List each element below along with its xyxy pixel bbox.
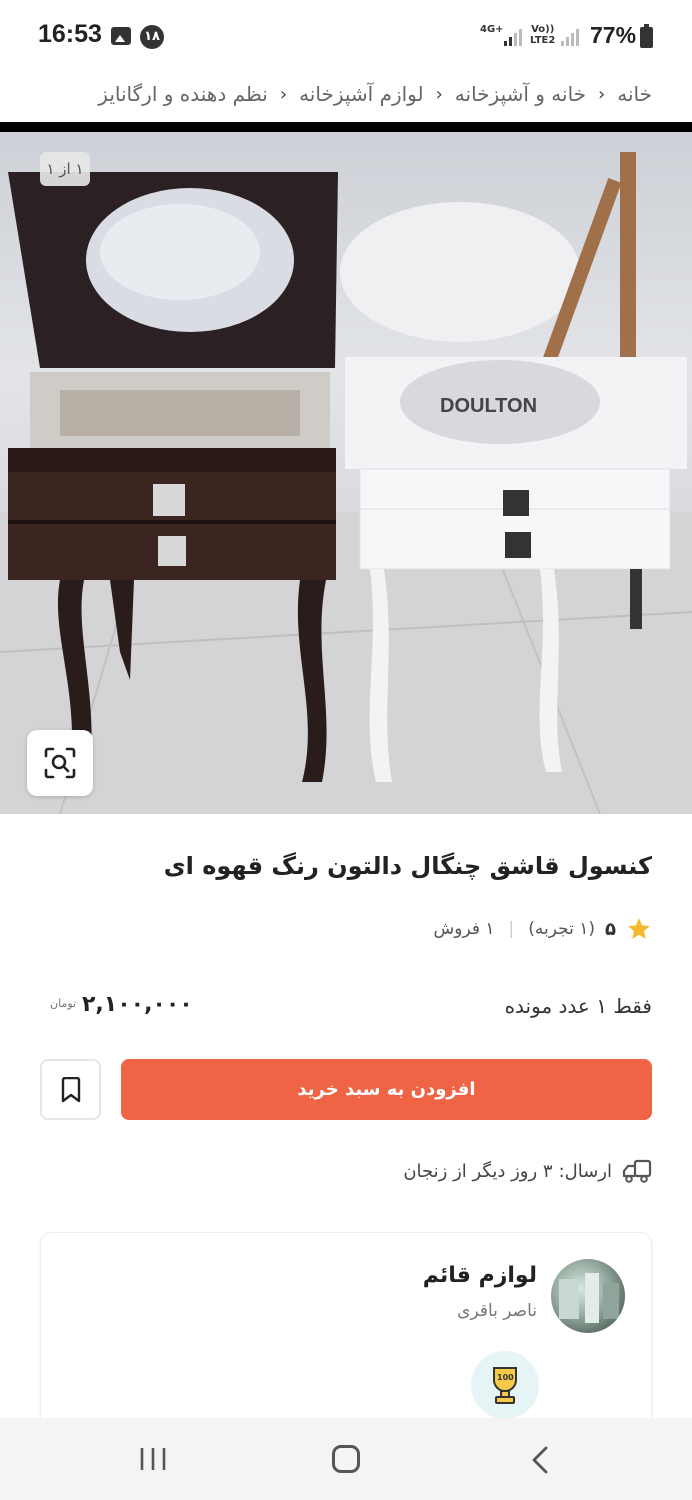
volte-label: Vo)) xyxy=(531,24,555,35)
shipping-info: ارسال: ۳ روز دیگر از زنجان xyxy=(403,1158,652,1184)
back-icon[interactable] xyxy=(530,1446,550,1474)
bookmark-button[interactable] xyxy=(40,1059,101,1120)
badge-label: 100 xyxy=(497,1373,514,1382)
price-currency: تومان xyxy=(50,997,77,1010)
recent-apps-icon[interactable] xyxy=(138,1445,168,1473)
status-time: 16:53 xyxy=(38,20,102,48)
battery-percentage: 77% xyxy=(590,22,637,48)
breadcrumb-item-organizers[interactable]: نظم دهنده و ارگانایز xyxy=(98,82,268,106)
status-bar: 16:53 ۱۸ 4G+ Vo)) LTE2 77% xyxy=(0,0,692,66)
notification-count-badge: ۱۸ xyxy=(140,25,164,49)
chevron-left-icon: ‹ xyxy=(598,83,606,105)
home-icon[interactable] xyxy=(332,1445,360,1473)
breadcrumb: خانه ‹ خانه و آشپزخانه ‹ لوازم آشپزخانه … xyxy=(0,66,692,122)
product-title: کنسول قاشق چنگال دالتون رنگ قهوه ای xyxy=(163,852,652,880)
lte-label: Vo)) LTE2 xyxy=(530,24,555,46)
shipping-value: ۳ روز دیگر از زنجان xyxy=(403,1160,553,1182)
truck-icon xyxy=(622,1159,652,1183)
add-to-cart-button[interactable]: افزودن به سبد خرید xyxy=(121,1059,652,1120)
seller-owner-name: ناصر باقری xyxy=(457,1301,537,1321)
network-type-label: 4G+ xyxy=(480,24,504,35)
seller-name[interactable]: لوازم قائم xyxy=(423,1263,537,1288)
seller-avatar-image xyxy=(559,1273,619,1323)
rating-value: ۵ xyxy=(605,918,616,940)
gallery-notification-icon xyxy=(111,27,131,45)
image-search-icon xyxy=(44,747,76,779)
price-value: ۲,۱۰۰,۰۰۰ xyxy=(82,992,193,1017)
product-image[interactable]: DOULTON ۱ از ۱ xyxy=(0,122,692,814)
trophy-badge-icon: 100 xyxy=(493,1367,517,1404)
seller-avatar[interactable] xyxy=(551,1259,625,1333)
meta-divider: | xyxy=(508,919,515,939)
shipping-label: ارسال: xyxy=(558,1160,612,1182)
rating-count[interactable]: (۱ تجربه) xyxy=(528,919,595,939)
brand-logo-text: DOULTON xyxy=(440,395,537,417)
system-navigation-bar xyxy=(0,1418,692,1500)
sales-count: ۱ فروش xyxy=(433,919,495,939)
product-photo: DOULTON xyxy=(0,152,692,814)
chevron-left-icon: ‹ xyxy=(435,83,443,105)
signal-strength-2-icon xyxy=(561,29,579,46)
seller-badge: 100 xyxy=(471,1351,539,1419)
bookmark-icon xyxy=(61,1076,80,1102)
rating-row: ۵ (۱ تجربه) | ۱ فروش xyxy=(434,916,653,942)
image-search-button[interactable] xyxy=(27,730,93,796)
chevron-left-icon: ‹ xyxy=(279,83,288,105)
lte2-label: LTE2 xyxy=(530,35,556,46)
stock-remaining: فقط ۱ عدد مونده xyxy=(504,994,652,1018)
breadcrumb-item-home[interactable]: خانه xyxy=(617,82,652,106)
breadcrumb-item-home-kitchen[interactable]: خانه و آشپزخانه xyxy=(455,82,586,106)
battery-icon xyxy=(640,24,653,48)
star-icon xyxy=(628,918,650,939)
signal-strength-icon xyxy=(504,29,522,46)
image-counter: ۱ از ۱ xyxy=(40,152,90,186)
breadcrumb-item-kitchenware[interactable]: لوازم آشپزخانه xyxy=(299,82,424,106)
